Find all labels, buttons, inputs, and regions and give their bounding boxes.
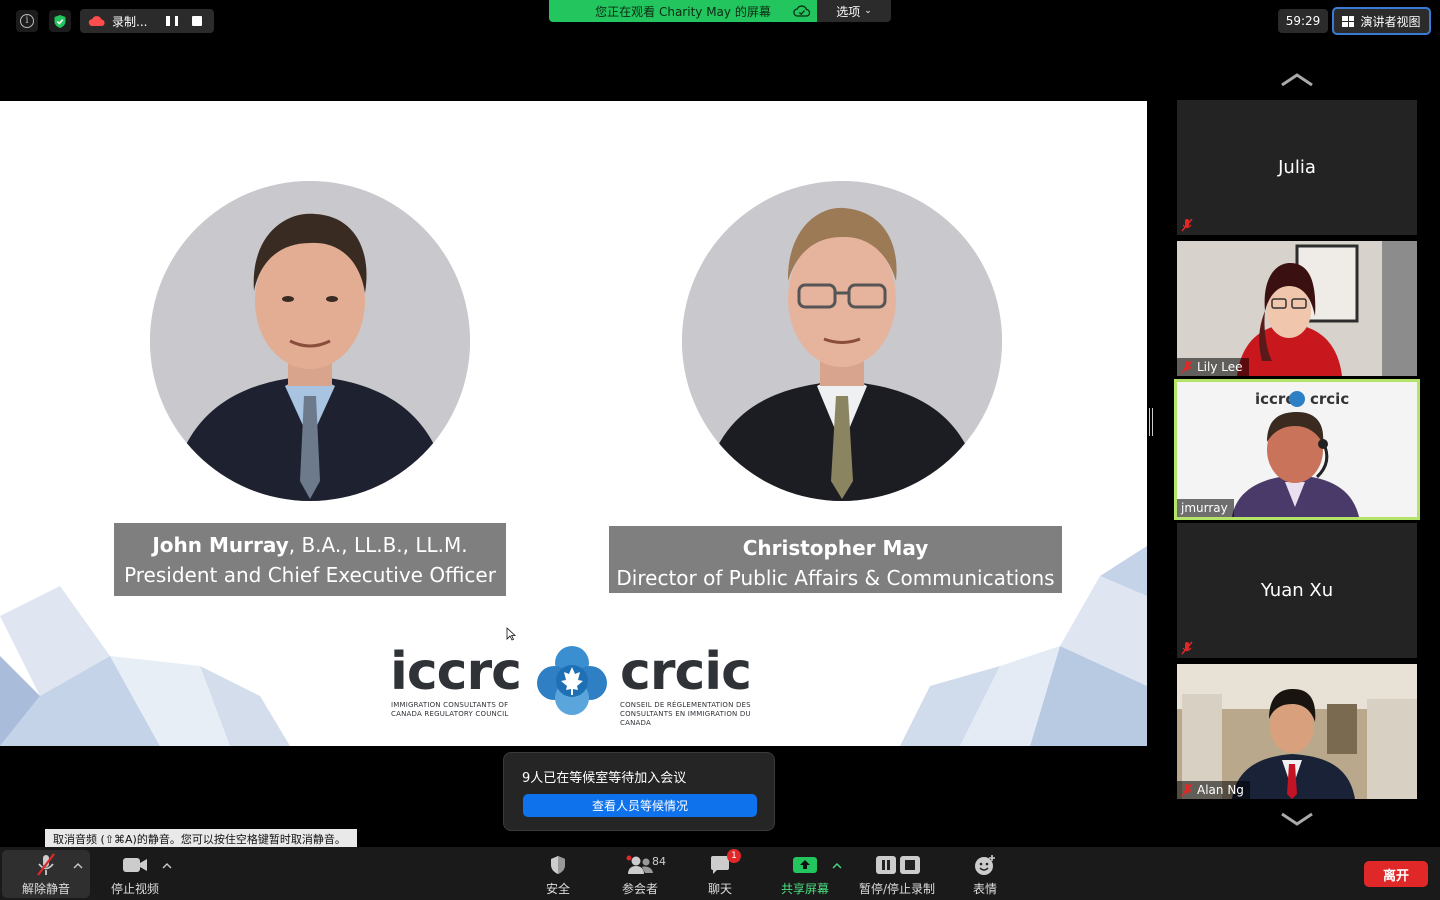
- scroll-up-chevron-icon[interactable]: [1280, 73, 1314, 87]
- shared-screen-slide: John Murray, B.A., LL.B., LL.M. Presiden…: [0, 101, 1147, 746]
- meeting-timer: 59:29: [1278, 9, 1328, 33]
- tile-logo-right: crcic: [1310, 390, 1349, 408]
- logo-crcic-text: crcic: [620, 642, 752, 702]
- video-camera-icon: [120, 853, 150, 877]
- logo-english-subtitle: IMMIGRATION CONSULTANTS OF CANADA REGULA…: [391, 701, 509, 718]
- smiley-icon: [970, 853, 1000, 877]
- john-murray-portrait: [150, 181, 470, 501]
- waiting-room-message: 9人已在等候室等待加入会议: [522, 771, 687, 786]
- participant-name: jmurray: [1181, 501, 1228, 515]
- screen-share-banner: 您正在观看 Charity May 的屏幕: [549, 0, 817, 22]
- share-banner-text: 您正在观看 Charity May 的屏幕: [595, 4, 771, 19]
- christopher-may-portrait: [682, 181, 1002, 501]
- top-bar: i 录制... 您正在观看 Charity May 的屏幕 选项 ⌄ 59:29…: [0, 0, 1440, 42]
- chevron-down-icon: ⌄: [864, 6, 872, 16]
- participant-tile[interactable]: Alan Ng: [1177, 664, 1417, 799]
- participant-video: [1177, 241, 1417, 376]
- security-label: 安全: [545, 882, 570, 896]
- logo-french-subtitle: CONSEIL DE RÉGLEMENTATION DES CONSULTANT…: [620, 701, 751, 727]
- participant-name: Yuan Xu: [1260, 580, 1334, 601]
- meeting-toolbar: 解除静音 停止视频 安全 84 参会者 1 聊天 共享屏幕 暂停/停止录制 表情: [0, 847, 1440, 900]
- info-icon[interactable]: i: [16, 10, 38, 32]
- waiting-room-notification: 9人已在等候室等待加入会议 查看人员等候情况: [503, 752, 775, 831]
- muted-mic-icon: [1181, 360, 1193, 374]
- active-speaker-tile[interactable]: iccrc crcic jmurray: [1174, 379, 1420, 520]
- view-options-button[interactable]: 选项 ⌄: [817, 0, 891, 22]
- person1-title: President and Chief Executive Officer: [124, 563, 496, 587]
- recording-label: 录制...: [112, 14, 148, 29]
- pause-recording-icon[interactable]: [166, 15, 178, 27]
- participants-label: 参会者: [621, 882, 658, 896]
- cloud-check-icon: [793, 5, 811, 17]
- share-screen-icon: [790, 853, 820, 877]
- audio-options-caret-icon[interactable]: [72, 861, 84, 871]
- person1-name: John Murray: [152, 533, 289, 557]
- participant-name-tag: Lily Lee: [1177, 358, 1249, 376]
- muted-mic-icon: [1181, 641, 1193, 655]
- reactions-label: 表情: [972, 882, 997, 896]
- share-options-caret-icon[interactable]: [831, 861, 843, 871]
- scroll-down-chevron-icon[interactable]: [1280, 812, 1314, 826]
- chat-unread-badge: 1: [727, 849, 741, 863]
- participant-tile[interactable]: Lily Lee: [1177, 241, 1417, 376]
- participants-icon: 84: [625, 853, 666, 877]
- pause-stop-icons: [872, 853, 922, 877]
- split-drag-handle[interactable]: [1149, 408, 1153, 436]
- person2-name: Christopher May: [742, 536, 929, 560]
- unmute-tooltip: 取消音频 (⇧⌘A)的静音。您可以按住空格键暂时取消静音。: [45, 829, 357, 849]
- participant-name-tag: Alan Ng: [1177, 781, 1250, 799]
- reactions-button[interactable]: 表情: [966, 847, 1004, 900]
- participant-tile[interactable]: Yuan Xu: [1177, 523, 1417, 658]
- layout-grid-icon: [1342, 15, 1355, 27]
- participants-count: 84: [652, 855, 666, 868]
- speaker-view-button[interactable]: 演讲者视图: [1332, 7, 1431, 35]
- chat-button[interactable]: 1 聊天: [700, 847, 741, 900]
- security-shield-icon: [543, 853, 573, 877]
- options-label: 选项: [836, 4, 861, 19]
- chat-bubble-icon: 1: [705, 849, 741, 877]
- tile-logo-left: iccrc: [1255, 390, 1294, 408]
- stop-video-button[interactable]: 停止视频: [102, 847, 168, 900]
- speaker-view-label: 演讲者视图: [1360, 14, 1421, 29]
- recording-indicator[interactable]: 录制...: [80, 9, 214, 33]
- cloud-recording-icon: [88, 16, 105, 27]
- share-screen-button[interactable]: 共享屏幕: [776, 847, 834, 900]
- pause-stop-recording-label: 暂停/停止录制: [858, 882, 936, 896]
- encryption-shield-icon[interactable]: [49, 10, 71, 32]
- logo-iccrc-text: iccrc: [390, 642, 522, 702]
- participant-video: iccrc crcic: [1177, 382, 1417, 517]
- stop-recording-icon[interactable]: [192, 16, 202, 26]
- iccrc-crcic-logo: iccrc crcic IMMIGRATION CONSULTANTS OF C…: [388, 641, 760, 727]
- chat-label: 聊天: [707, 882, 732, 896]
- person2-title: Director of Public Affairs & Communicati…: [616, 566, 1055, 590]
- person1-credentials: , B.A., LL.B., LL.M.: [288, 533, 468, 557]
- pause-stop-recording-button[interactable]: 暂停/停止录制: [856, 847, 938, 900]
- participants-button[interactable]: 84 参会者: [612, 847, 668, 900]
- participant-name: Alan Ng: [1197, 783, 1244, 797]
- participant-name: Lily Lee: [1197, 360, 1243, 374]
- view-waiting-room-button[interactable]: 查看人员等候情况: [523, 794, 757, 817]
- maple-leaf-emblem-icon: [537, 646, 607, 715]
- mouse-cursor-icon: [506, 627, 516, 641]
- security-button[interactable]: 安全: [536, 847, 580, 900]
- muted-mic-icon: [1181, 783, 1193, 797]
- muted-mic-icon: [1181, 218, 1193, 232]
- stop-video-label: 停止视频: [110, 882, 159, 896]
- share-screen-label: 共享屏幕: [780, 882, 829, 896]
- unmute-label: 解除静音: [21, 882, 70, 896]
- muted-microphone-icon: [31, 853, 61, 877]
- john-murray-caption: John Murray, B.A., LL.B., LL.M. Presiden…: [114, 523, 506, 596]
- participant-name-tag: jmurray: [1177, 499, 1234, 517]
- participant-video: [1177, 664, 1417, 799]
- participant-name: Julia: [1278, 157, 1316, 178]
- leave-meeting-button[interactable]: 离开: [1364, 861, 1428, 887]
- unmute-button[interactable]: 解除静音: [2, 850, 90, 898]
- participant-tile[interactable]: Julia: [1177, 100, 1417, 235]
- video-options-caret-icon[interactable]: [161, 861, 173, 871]
- christopher-may-caption: Christopher May Director of Public Affai…: [609, 526, 1062, 593]
